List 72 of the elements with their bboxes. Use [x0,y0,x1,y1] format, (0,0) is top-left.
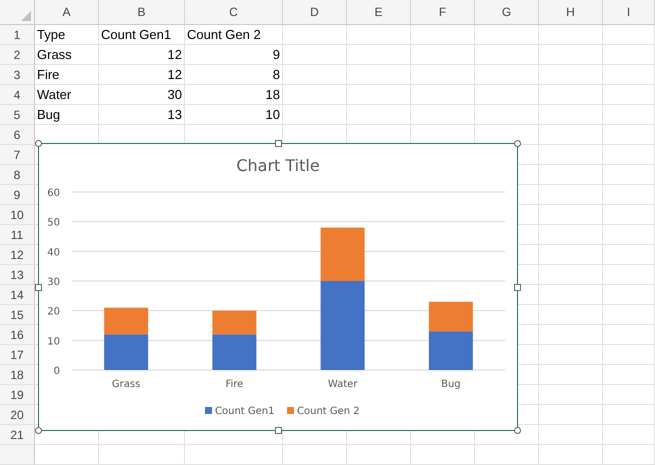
bar [104,308,148,334]
table-cell: Count Gen 2 [185,25,283,45]
column-header[interactable]: F [411,0,475,24]
y-tick-label: 0 [54,366,60,377]
x-tick-label: Bug [441,379,461,390]
resize-handle[interactable] [514,427,521,434]
x-tick-label: Grass [112,379,140,390]
bar [104,334,148,370]
row-header[interactable]: 14 [0,285,35,305]
column-header[interactable]: G [475,0,539,24]
column-header[interactable]: A [35,0,99,24]
y-tick-label: 20 [47,306,60,318]
column-header[interactable]: E [347,0,411,24]
table-cell: 9 [185,45,283,65]
table-cell: Bug [35,105,99,125]
column-header[interactable]: D [283,0,347,24]
row-header[interactable]: 8 [0,165,35,185]
column-header[interactable]: C [185,0,283,24]
table-cell: 12 [99,45,185,65]
row-header[interactable]: 18 [0,365,35,385]
bar [428,302,473,332]
resize-handle[interactable] [35,140,42,147]
row-header[interactable]: 1 [0,25,35,45]
resize-handle[interactable] [514,284,521,291]
table-cell: 12 [99,65,185,85]
row-header[interactable]: 6 [0,125,35,145]
row-header[interactable]: 15 [0,305,35,325]
row-header[interactable]: 13 [0,265,35,285]
column-header[interactable]: I [603,0,655,24]
x-tick-label: Fire [225,379,244,390]
x-tick-label: Water [328,379,358,390]
row-header[interactable]: 3 [0,65,35,85]
y-tick-label: 60 [47,188,60,199]
row-header[interactable]: 17 [0,345,35,365]
row-header[interactable]: 16 [0,325,35,345]
table-cell: Fire [35,65,99,85]
resize-handle[interactable] [514,140,521,147]
row-header[interactable]: 12 [0,245,35,265]
table-cell: Grass [35,45,99,65]
table-cell: 13 [99,105,185,125]
table-cell: 18 [185,85,283,105]
column-header[interactable]: H [539,0,603,24]
table-cell: Count Gen1 [99,25,185,45]
legend-label: Count Gen1 [215,406,274,417]
row-header[interactable]: 7 [0,145,35,165]
y-tick-label: 40 [47,247,60,258]
chart-frame[interactable]: Chart Title 0 10 20 30 40 50 60 Grass Fire Water Bug Count Gen1 Count Gen 2 [38,143,518,431]
row-header[interactable]: 11 [0,225,35,245]
row-header[interactable]: 4 [0,85,35,105]
row-header[interactable]: 10 [0,205,35,225]
table-cell: 10 [185,105,283,125]
row-header[interactable]: 19 [0,385,35,405]
bar [428,331,473,370]
y-tick-label: 50 [47,218,60,229]
table-cell: 30 [99,85,185,105]
row-header[interactable]: 5 [0,105,35,125]
resize-handle[interactable] [35,427,42,434]
row-header[interactable]: 9 [0,185,35,205]
resize-handle[interactable] [275,427,282,434]
table-cell: Water [35,85,99,105]
y-tick-label: 30 [47,277,60,288]
legend-label: Count Gen 2 [297,406,360,417]
row-header[interactable]: 2 [0,45,35,65]
table-cell: 8 [185,65,283,85]
row-header[interactable]: 21 [0,425,35,445]
chart-title: Chart Title [236,156,320,175]
y-tick-label: 10 [47,336,60,348]
table-cell: Type [35,25,99,45]
row-header[interactable]: 20 [0,405,35,425]
resize-handle[interactable] [275,140,282,147]
column-header[interactable]: B [99,0,185,24]
resize-handle[interactable] [35,284,42,291]
